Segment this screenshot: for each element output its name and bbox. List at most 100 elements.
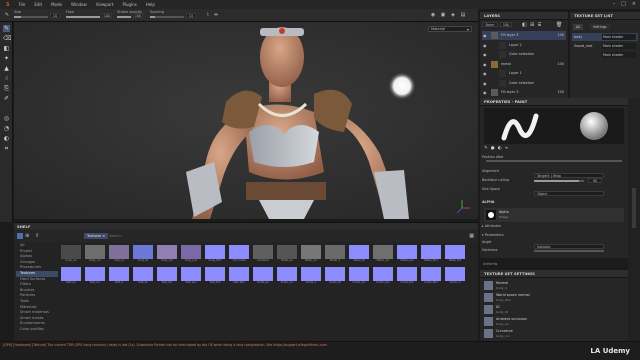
baked-map-row[interactable]: ID body_ID (482, 304, 626, 315)
stroke-opacity-value[interactable]: 100 (133, 13, 143, 18)
baked-map-row[interactable]: Normal body_d (482, 280, 626, 291)
menu-viewport[interactable]: Viewport (96, 2, 114, 7)
shader-select[interactable]: Main shader (602, 52, 636, 58)
alpha-slot[interactable]: Alpha Shape (484, 208, 624, 222)
symmetry-icon[interactable]: ⇹ (213, 12, 219, 18)
tab-all[interactable]: All (573, 24, 584, 30)
visibility-eye-icon[interactable]: ◉ (483, 79, 487, 88)
shelf-thumbnail[interactable]: Metal_pos (397, 245, 417, 263)
visibility-eye-icon[interactable]: ◉ (483, 88, 487, 97)
shelf-thumbnail[interactable]: boots_pos (373, 267, 393, 285)
size-space-select[interactable]: Object (534, 191, 604, 196)
texture-set-row[interactable]: Main shader (572, 51, 638, 59)
baked-map-row[interactable]: World space normal body_Wm (482, 292, 626, 303)
viewport-mode-dropdown[interactable]: Material (428, 26, 472, 32)
menu-mode[interactable]: Mode (51, 2, 62, 7)
shader-select[interactable]: Main shader (602, 34, 636, 40)
baked-map-row[interactable]: Curvature body_cur (482, 328, 626, 339)
shelf-thumbnail[interactable]: belt_cur (85, 267, 105, 285)
shelf-thumbnail[interactable]: belt_nm (157, 267, 177, 285)
size-value[interactable]: 10 (50, 13, 60, 18)
shelf-thumbnail[interactable]: body_nm (157, 245, 177, 263)
lazy-mouse-icon[interactable]: ⌇ (205, 12, 211, 18)
baked-map-row[interactable]: Ambient occlusion body_ao (482, 316, 626, 327)
attributes-row[interactable]: ▸ Attributes (482, 224, 626, 230)
layer-opacity[interactable]: 100 (500, 22, 512, 27)
menu-window[interactable]: Window (71, 2, 87, 7)
close-icon[interactable]: × (632, 1, 636, 7)
add-folder-layer-icon[interactable]: ⌸ (538, 22, 541, 28)
visibility-eye-icon[interactable]: ◉ (483, 69, 487, 78)
brush-preset-icon[interactable]: ✎ (4, 12, 10, 18)
visibility-eye-icon[interactable]: ◉ (483, 60, 487, 69)
spacing-value[interactable]: 15 (186, 13, 196, 18)
size-slider[interactable] (14, 16, 48, 18)
import-icon[interactable]: ⇪ (35, 233, 39, 239)
shelf-category-item[interactable]: Color profiles (16, 327, 58, 333)
material-tab-icon[interactable]: ● (491, 146, 495, 151)
shelf-filter-icon[interactable] (17, 233, 23, 239)
shelf-thumbnail[interactable]: belt_ID (133, 267, 153, 285)
menu-file[interactable]: File (19, 2, 26, 7)
3d-viewport[interactable]: Material (14, 22, 478, 219)
render-icon[interactable]: ◈ (450, 12, 456, 18)
smudge-tool-icon[interactable]: ☝ (3, 75, 10, 82)
texture-set-row[interactable]: Sword_mat Main shader (572, 42, 638, 50)
projection-tool-icon[interactable]: ◧ (3, 45, 10, 52)
layer-row[interactable]: ◉ Layer 1 (482, 69, 566, 78)
spacing-slider[interactable] (150, 16, 184, 18)
shelf-thumbnail[interactable]: Metal_ID (349, 245, 369, 263)
shelf-thumbnail[interactable]: body_ID (133, 245, 153, 263)
shelf-thumbnail[interactable]: boots_ID (325, 267, 345, 285)
physics-icon[interactable]: ⌗ (3, 145, 10, 152)
shelf-thumbnail[interactable]: armor_d (445, 267, 465, 285)
eraser-tool-icon[interactable]: ⌫ (3, 35, 11, 42)
shelf-thumbnail[interactable]: belt_thk (205, 267, 225, 285)
shelf-thumbnail[interactable]: Metal_d (325, 245, 345, 263)
add-folder-icon[interactable]: ⊕ (25, 233, 29, 239)
add-fill-layer-icon[interactable]: ◧ (522, 22, 527, 28)
position-jitter-slider[interactable] (486, 160, 622, 162)
shelf-thumbnail[interactable]: body_cur (85, 245, 105, 263)
grid-view-icon[interactable]: ▦ (469, 233, 474, 239)
visibility-eye-icon[interactable]: ◉ (483, 41, 487, 50)
maximize-icon[interactable]: □ (621, 1, 626, 7)
brush-tab-icon[interactable]: ✎ (484, 146, 488, 151)
layer-row[interactable]: ◉ Color selection (482, 79, 566, 88)
shelf-thumbnail[interactable]: belt_pos (181, 267, 201, 285)
shelf-thumbnail[interactable]: boots_cur (277, 267, 297, 285)
flow-slider[interactable] (66, 16, 100, 18)
layout-icon[interactable]: ▤ (460, 12, 466, 18)
layer-row[interactable]: ◉ Fill layer 3 100 (482, 88, 566, 97)
flow-value[interactable]: 100 (102, 13, 112, 18)
mask-icon[interactable]: ◐ (3, 135, 10, 142)
layer-row[interactable]: ◉ metal 100 (482, 60, 566, 69)
add-layer-icon[interactable]: ⊞ (530, 22, 534, 28)
shelf-thumbnail[interactable]: dirt_mask (229, 245, 249, 263)
shelf-thumbnail[interactable]: Metal_nm (373, 245, 393, 263)
shelf-thumbnail[interactable]: Gradient (253, 245, 273, 263)
color-picker-icon[interactable]: ✐ (3, 95, 10, 102)
shelf-thumbnail[interactable]: body_ao (61, 245, 81, 263)
stroke-opacity-slider[interactable] (117, 16, 131, 18)
parameters-row[interactable]: ▾ Parameters (482, 233, 626, 239)
clone-tool-icon[interactable]: ⎘ (3, 85, 10, 92)
scrollbar-thumb[interactable] (632, 188, 636, 228)
tab-settings[interactable]: Settings (590, 24, 610, 30)
filter-chip-textures[interactable]: Textures × (84, 233, 109, 239)
shelf-thumbnail[interactable]: boots_thk (397, 267, 417, 285)
visibility-eye-icon[interactable]: ◉ (483, 50, 487, 59)
screenshot-icon[interactable]: ▣ (440, 12, 446, 18)
shelf-thumbnail[interactable]: boots_d (301, 267, 321, 285)
geometry-decal-icon[interactable]: ✦ (3, 55, 10, 62)
menu-edit[interactable]: Edit (34, 2, 42, 7)
visibility-eye-icon[interactable]: ◉ (483, 31, 487, 40)
menu-plugins[interactable]: Plugins (122, 2, 136, 7)
shelf-thumbnail[interactable]: boots_Wm (421, 267, 441, 285)
stroke-tab-icon[interactable]: ≈ (505, 146, 509, 151)
shelf-thumbnail[interactable]: body_d (109, 245, 129, 263)
shader-select[interactable]: Main shader (602, 43, 636, 49)
backface-culling-value[interactable]: 90 (588, 178, 602, 183)
shelf-thumbnail[interactable]: boots_nm (349, 267, 369, 285)
right-panel-scrollbar[interactable] (628, 98, 640, 341)
